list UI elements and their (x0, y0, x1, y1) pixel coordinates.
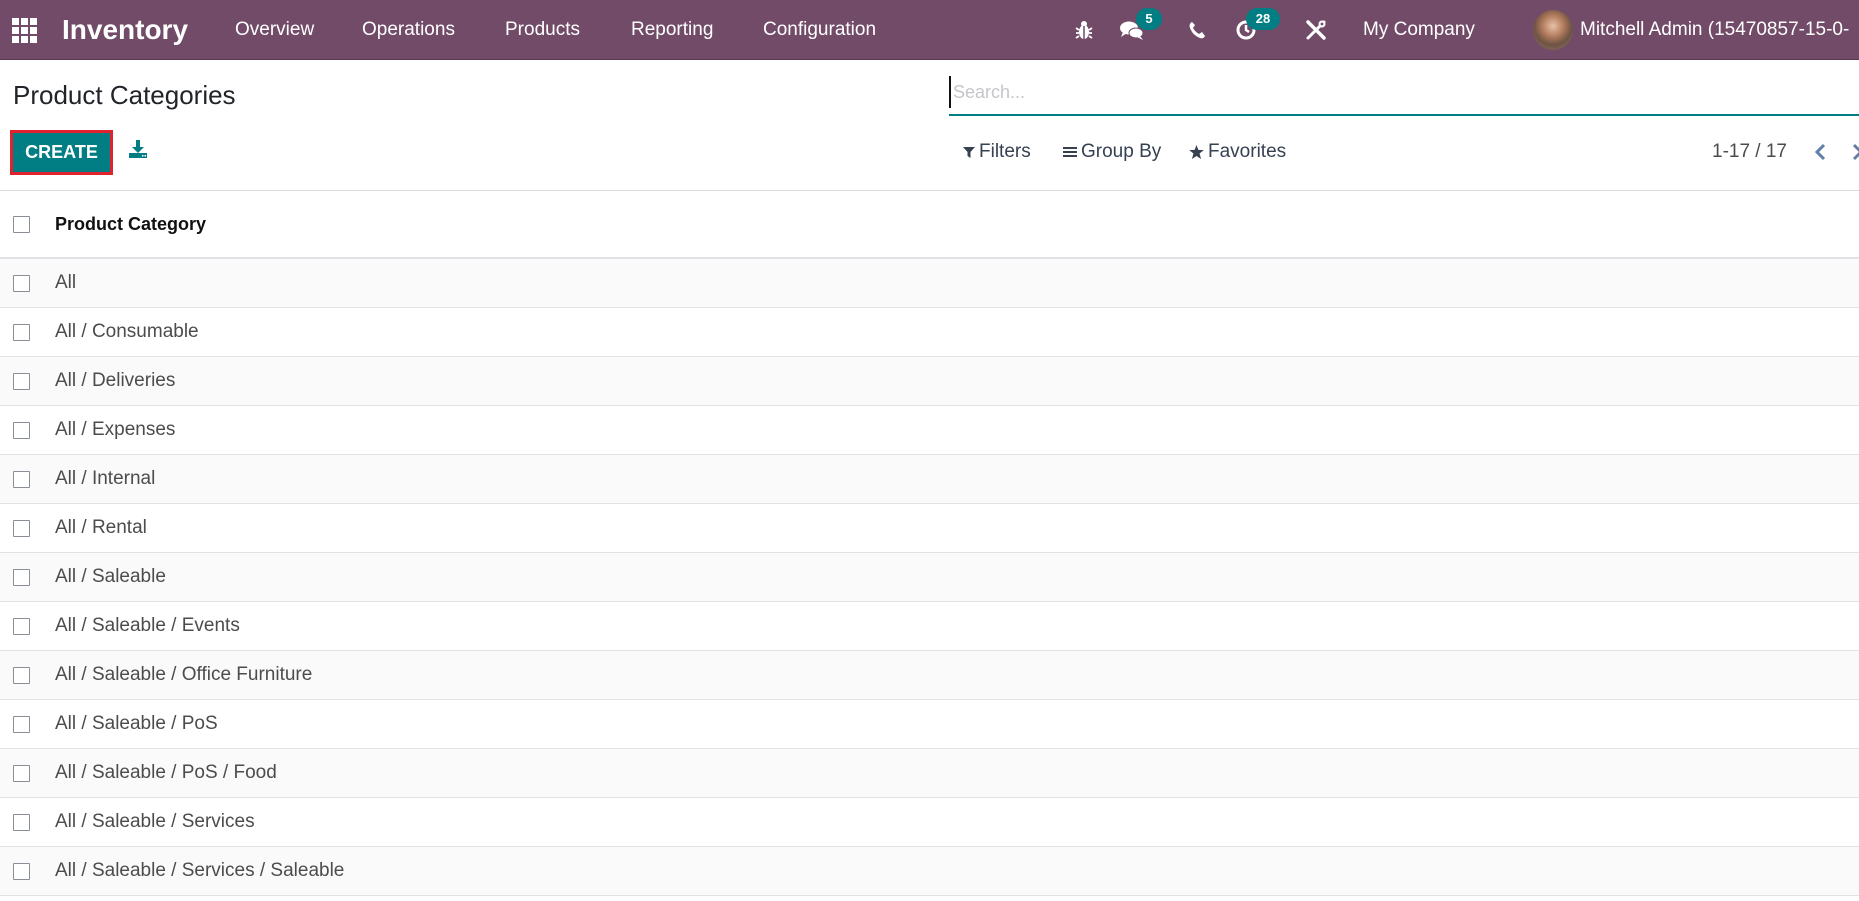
table-row[interactable]: All / Internal (0, 455, 1859, 504)
search-bar[interactable] (949, 76, 1859, 116)
user-menu[interactable]: Mitchell Admin (15470857-15-0- (1580, 0, 1849, 60)
row-checkbox[interactable] (13, 764, 30, 782)
favorites-label: Favorites (1208, 141, 1287, 162)
download-icon (129, 140, 147, 158)
table-header: Product Category (0, 191, 1859, 259)
row-checkbox[interactable] (13, 323, 30, 341)
table-row[interactable]: All / Expenses (0, 406, 1859, 455)
search-input[interactable] (949, 76, 1859, 108)
product-category-cell: All / Saleable / Events (55, 615, 240, 636)
activities-badge: 28 (1246, 8, 1280, 30)
product-category-cell: All / Saleable / Services / Saleable (55, 860, 345, 881)
menu-configuration[interactable]: Configuration (763, 0, 876, 60)
row-checkbox[interactable] (13, 372, 30, 390)
table-row[interactable]: All / Saleable / PoS (0, 700, 1859, 749)
settings-button[interactable] (1305, 0, 1327, 60)
apps-menu-button[interactable] (12, 0, 40, 60)
page-title: Product Categories (13, 80, 236, 110)
favorites-button[interactable]: Favorites (1189, 138, 1286, 166)
filters-button[interactable]: Filters (963, 138, 1031, 166)
row-checkbox[interactable] (13, 862, 30, 880)
row-checkbox[interactable] (13, 715, 30, 733)
product-category-cell: All / Saleable (55, 566, 166, 587)
product-category-cell: All (55, 272, 77, 293)
table-row[interactable]: All / Saleable / PoS / Food (0, 749, 1859, 798)
table-row[interactable]: All / Deliveries (0, 357, 1859, 406)
pager-next-button[interactable] (1852, 138, 1859, 166)
debug-button[interactable] (1074, 0, 1094, 60)
menu-reporting[interactable]: Reporting (631, 0, 713, 60)
chevron-right-icon (1852, 143, 1859, 161)
filter-icon (963, 146, 975, 158)
menu-operations[interactable]: Operations (362, 0, 455, 60)
top-navbar: Inventory Overview Operations Products R… (0, 0, 1859, 60)
create-button[interactable]: CREATE (10, 130, 113, 175)
row-checkbox[interactable] (13, 274, 30, 292)
row-checkbox[interactable] (13, 519, 30, 537)
table-row[interactable]: All (0, 259, 1859, 308)
row-checkbox[interactable] (13, 666, 30, 684)
row-checkbox[interactable] (13, 470, 30, 488)
list-icon (1063, 147, 1077, 157)
product-category-cell: All / Saleable / PoS (55, 713, 218, 734)
row-checkbox[interactable] (13, 617, 30, 635)
select-all-checkbox[interactable] (13, 215, 30, 233)
row-checkbox[interactable] (13, 421, 30, 439)
product-category-cell: All / Internal (55, 468, 156, 489)
row-checkbox[interactable] (13, 813, 30, 831)
product-category-cell: All / Consumable (55, 321, 199, 342)
company-switcher[interactable]: My Company (1363, 0, 1475, 60)
menu-products[interactable]: Products (505, 0, 580, 60)
table-row[interactable]: All / Saleable / Services / Saleable (0, 847, 1859, 896)
table-row[interactable]: All / Saleable (0, 553, 1859, 602)
pager-value[interactable]: 1-17 / 17 (1712, 138, 1787, 166)
table-row[interactable]: All / Saleable / Events (0, 602, 1859, 651)
table-row[interactable]: All / Saleable / Office Furniture (0, 651, 1859, 700)
groupby-label: Group By (1081, 141, 1162, 162)
tools-icon (1306, 20, 1326, 40)
app-name[interactable]: Inventory (62, 0, 188, 60)
menu-overview[interactable]: Overview (235, 0, 314, 60)
star-icon (1189, 145, 1204, 159)
product-category-cell: All / Rental (55, 517, 147, 538)
table-row[interactable]: All / Rental (0, 504, 1859, 553)
product-category-cell: All / Saleable / Office Furniture (55, 664, 313, 685)
messages-badge: 5 (1136, 8, 1162, 30)
apps-grid-icon (12, 17, 37, 43)
filters-label: Filters (979, 141, 1031, 162)
phone-icon (1189, 22, 1205, 39)
user-avatar[interactable] (1533, 10, 1573, 50)
product-category-cell: All / Saleable / PoS / Food (55, 762, 277, 783)
bug-icon (1075, 21, 1093, 39)
table-body: All All / Consumable All / Deliveries All /… (0, 259, 1859, 896)
column-header-product-category[interactable]: Product Category (55, 214, 206, 235)
product-category-cell: All / Expenses (55, 419, 176, 440)
row-checkbox[interactable] (13, 568, 30, 586)
export-button[interactable] (128, 139, 150, 161)
product-category-cell: All / Saleable / Services (55, 811, 255, 832)
chevron-left-icon (1814, 143, 1826, 161)
phone-button[interactable] (1188, 0, 1206, 60)
table-row[interactable]: All / Saleable / Services (0, 798, 1859, 847)
product-category-cell: All / Deliveries (55, 370, 176, 391)
groupby-button[interactable]: Group By (1063, 138, 1161, 166)
pager-previous-button[interactable] (1814, 138, 1834, 166)
table-row[interactable]: All / Consumable (0, 308, 1859, 357)
